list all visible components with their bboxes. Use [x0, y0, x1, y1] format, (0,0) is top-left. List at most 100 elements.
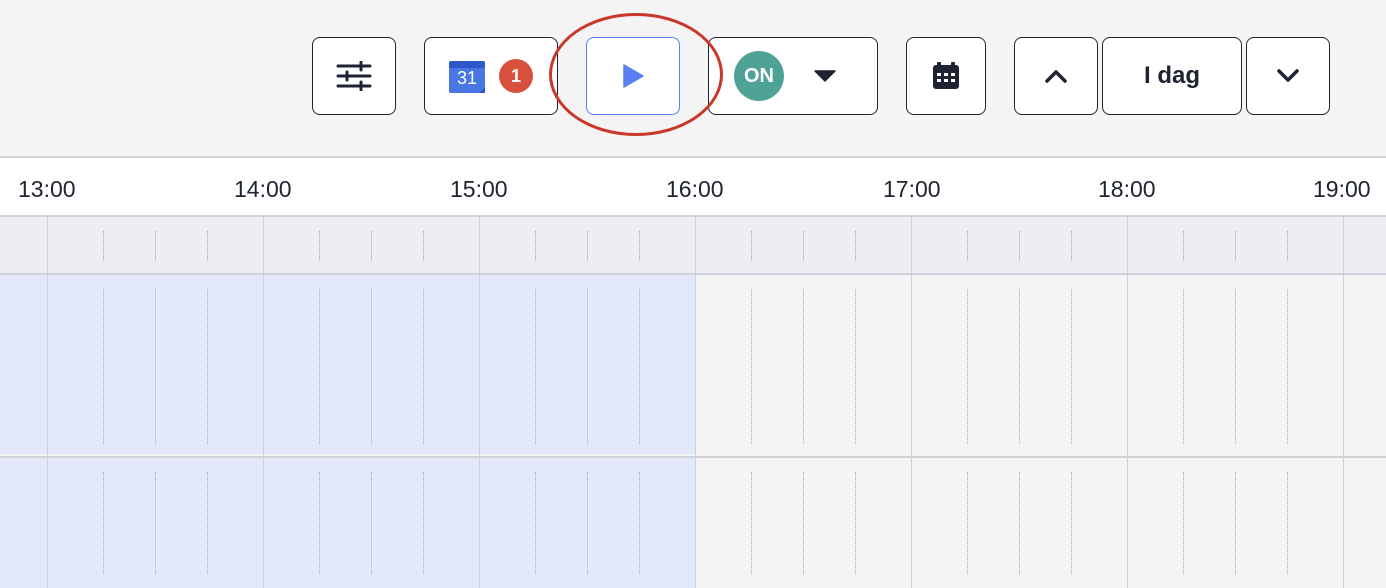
- calendar-icon: [933, 62, 959, 89]
- quarter-hour-gridline: [155, 289, 156, 444]
- quarter-hour-gridline: [207, 289, 208, 444]
- quarter-hour-gridline: [1287, 472, 1288, 574]
- play-icon: [623, 64, 644, 88]
- quarter-hour-gridline: [639, 472, 640, 574]
- quarter-hour-gridline: [751, 289, 752, 444]
- quarter-hour-gridline: [803, 472, 804, 574]
- hour-label: 13:00: [18, 176, 76, 202]
- quarter-hour-gridline: [803, 289, 804, 444]
- caret-down-icon[interactable]: [814, 70, 836, 82]
- quarter-hour-gridline: [1183, 289, 1184, 444]
- sliders-icon: [336, 61, 372, 91]
- hour-label: 16:00: [666, 176, 724, 202]
- hour-gridline: [479, 275, 480, 458]
- hour-gridline: [479, 458, 480, 588]
- hour-gridline: [1343, 275, 1344, 458]
- quarter-hour-gridline: [967, 231, 968, 261]
- hour-gridline: [47, 458, 48, 588]
- status-dropdown[interactable]: ON: [708, 37, 878, 115]
- quarter-hour-gridline: [371, 472, 372, 574]
- quarter-hour-gridline: [1019, 472, 1020, 574]
- quarter-hour-gridline: [1071, 472, 1072, 574]
- google-calendar-button[interactable]: 31 1: [424, 37, 558, 115]
- hour-gridline: [479, 217, 480, 275]
- play-button[interactable]: [586, 37, 680, 115]
- quarter-hour-gridline: [155, 472, 156, 574]
- hour-gridline: [695, 217, 696, 275]
- hour-gridline: [1343, 458, 1344, 588]
- hour-gridline: [1127, 217, 1128, 275]
- hour-gridline: [695, 458, 696, 588]
- quarter-hour-gridline: [1235, 289, 1236, 444]
- quarter-hour-gridline: [423, 289, 424, 444]
- quarter-hour-gridline: [855, 472, 856, 574]
- hour-gridline: [911, 275, 912, 458]
- quarter-hour-gridline: [639, 231, 640, 261]
- quarter-hour-gridline: [1235, 231, 1236, 261]
- quarter-hour-gridline: [1019, 289, 1020, 444]
- hour-gridline: [263, 275, 264, 458]
- quarter-hour-gridline: [587, 472, 588, 574]
- quarter-hour-gridline: [587, 289, 588, 444]
- previous-button[interactable]: [1014, 37, 1098, 115]
- quarter-hour-gridline: [1287, 231, 1288, 261]
- quarter-hour-gridline: [1183, 231, 1184, 261]
- hour-label: 19:00: [1313, 176, 1371, 202]
- quarter-hour-gridline: [103, 289, 104, 444]
- notification-badge: 1: [499, 59, 533, 93]
- quarter-hour-gridline: [855, 289, 856, 444]
- quarter-hour-gridline: [639, 289, 640, 444]
- grid-lines: [0, 217, 1386, 588]
- quarter-hour-gridline: [319, 472, 320, 574]
- chevron-down-icon: [1277, 69, 1299, 82]
- hour-label: 17:00: [883, 176, 941, 202]
- quarter-hour-gridline: [319, 289, 320, 444]
- quarter-hour-gridline: [1183, 472, 1184, 574]
- hour-label: 14:00: [234, 176, 292, 202]
- hour-label: 18:00: [1098, 176, 1156, 202]
- hour-gridline: [911, 458, 912, 588]
- hour-gridline: [695, 275, 696, 458]
- date-picker-button[interactable]: [906, 37, 986, 115]
- quarter-hour-gridline: [535, 472, 536, 574]
- chevron-up-icon: [1045, 70, 1067, 83]
- quarter-hour-gridline: [1071, 231, 1072, 261]
- quarter-hour-gridline: [103, 231, 104, 261]
- quarter-hour-gridline: [587, 231, 588, 261]
- quarter-hour-gridline: [103, 472, 104, 574]
- quarter-hour-gridline: [1071, 289, 1072, 444]
- quarter-hour-gridline: [1235, 472, 1236, 574]
- hour-gridline: [47, 275, 48, 458]
- quarter-hour-gridline: [855, 231, 856, 261]
- quarter-hour-gridline: [535, 289, 536, 444]
- quarter-hour-gridline: [967, 472, 968, 574]
- schedule-grid: [0, 217, 1386, 588]
- hour-gridline: [263, 458, 264, 588]
- hour-gridline: [1127, 458, 1128, 588]
- hour-gridline: [1127, 275, 1128, 458]
- quarter-hour-gridline: [423, 472, 424, 574]
- hour-gridline: [263, 217, 264, 275]
- quarter-hour-gridline: [535, 231, 536, 261]
- quarter-hour-gridline: [371, 289, 372, 444]
- quarter-hour-gridline: [803, 231, 804, 261]
- timeline-header: 13:00 14:00 15:00 16:00 17:00 18:00 19:0…: [0, 156, 1386, 217]
- hour-gridline: [911, 217, 912, 275]
- quarter-hour-gridline: [371, 231, 372, 261]
- next-button[interactable]: [1246, 37, 1330, 115]
- quarter-hour-gridline: [967, 289, 968, 444]
- quarter-hour-gridline: [207, 472, 208, 574]
- quarter-hour-gridline: [207, 231, 208, 261]
- hour-label: 15:00: [450, 176, 508, 202]
- quarter-hour-gridline: [751, 231, 752, 261]
- today-button[interactable]: I dag: [1102, 37, 1242, 115]
- toolbar: 31 1 ON I dag: [0, 0, 1386, 156]
- filters-button[interactable]: [312, 37, 396, 115]
- google-calendar-icon: 31: [449, 59, 485, 93]
- hour-gridline: [47, 217, 48, 275]
- google-calendar-day: 31: [456, 68, 478, 88]
- hour-gridline: [1343, 217, 1344, 275]
- quarter-hour-gridline: [319, 231, 320, 261]
- status-indicator: ON: [734, 51, 784, 101]
- quarter-hour-gridline: [1287, 289, 1288, 444]
